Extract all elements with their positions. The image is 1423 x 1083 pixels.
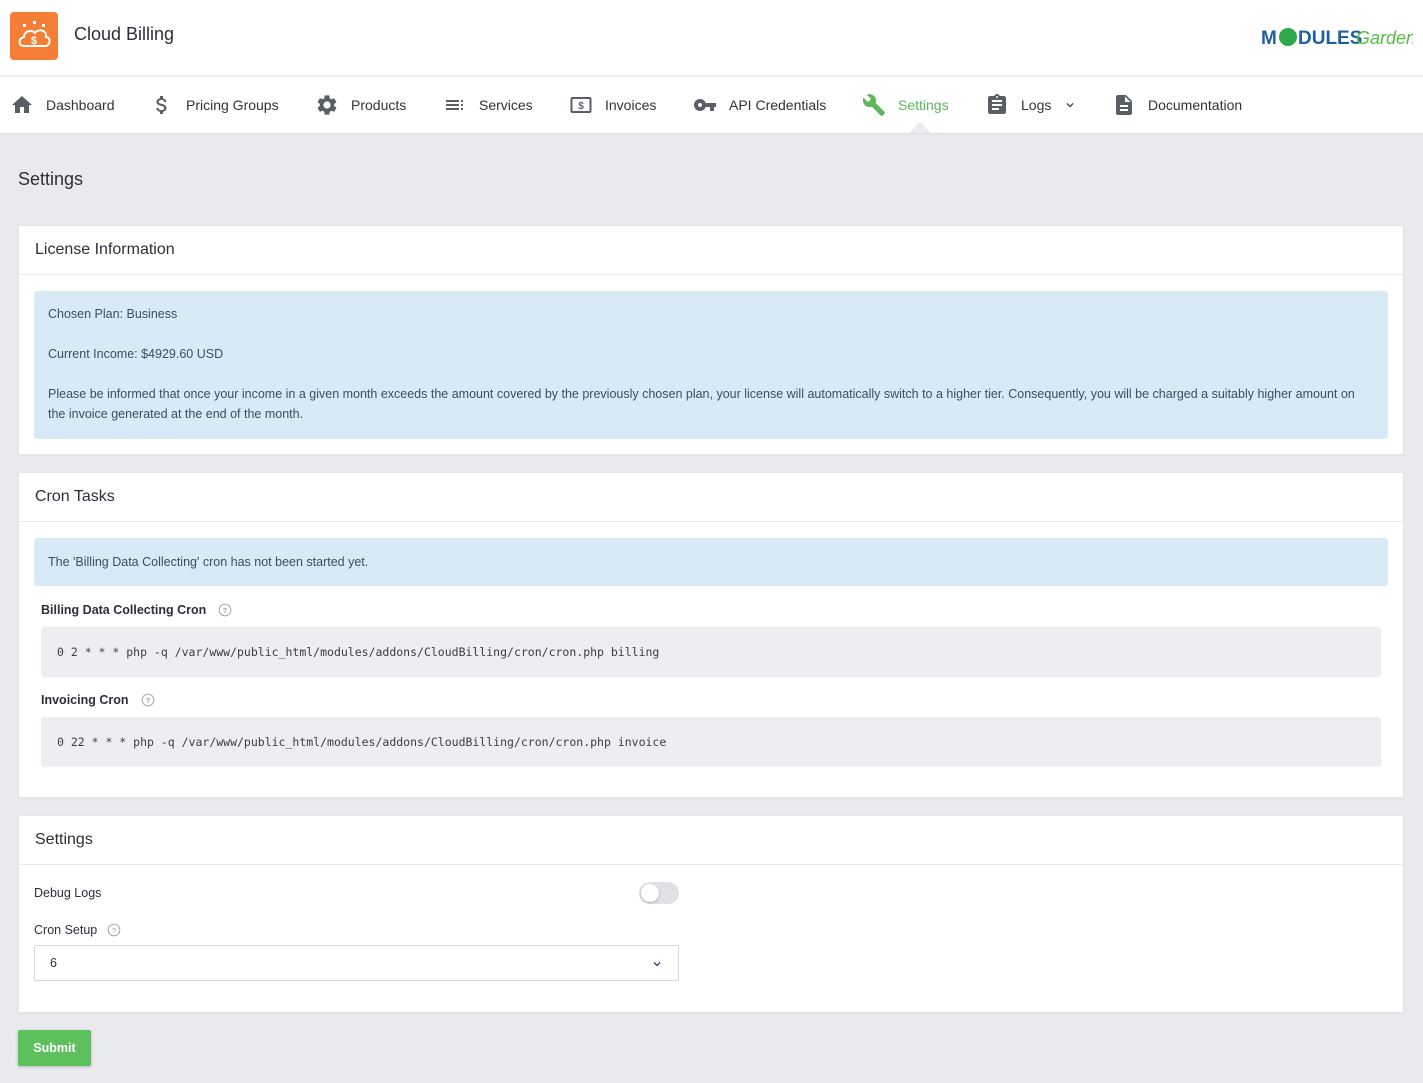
cron-status-alert: The 'Billing Data Collecting' cron has n…: [34, 538, 1388, 586]
help-icon[interactable]: ?: [107, 923, 121, 937]
page-title: Settings: [18, 169, 84, 189]
billing-cron-label-text: Billing Data Collecting Cron: [41, 603, 207, 617]
clipboard-icon: [988, 94, 1006, 114]
toggle-knob: [641, 884, 659, 902]
cloud-billing-logo-icon: $: [10, 12, 58, 60]
cron-setup-label: Cron Setup ?: [34, 923, 121, 937]
nav-item-documentation[interactable]: Documentation: [1112, 77, 1242, 133]
nav-item-dashboard[interactable]: Dashboard: [10, 77, 115, 133]
list-icon: [446, 100, 463, 110]
nav-label-invoices: Invoices: [605, 97, 657, 113]
modulesgarden-logo: M DULES Garden: [1261, 22, 1413, 52]
nav-item-pricing-groups[interactable]: Pricing Groups: [150, 77, 279, 133]
nav-item-api-credentials[interactable]: API Credentials: [693, 77, 826, 133]
help-icon[interactable]: ?: [141, 693, 155, 707]
svg-text:?: ?: [145, 696, 150, 705]
svg-text:DULES: DULES: [1298, 28, 1362, 49]
current-income-text: Current Income: $4929.60 USD: [48, 347, 224, 361]
settings-panel: Settings Debug Logs Cron Setup ? 6: [18, 815, 1404, 1013]
billing-cron-command[interactable]: 0 2 * * * php -q /var/www/public_html/mo…: [41, 627, 1381, 677]
dollar-icon: [156, 96, 167, 114]
debug-logs-label: Debug Logs: [34, 886, 102, 900]
svg-text:Garden: Garden: [1356, 28, 1413, 48]
home-icon: [12, 96, 32, 113]
nav-item-settings[interactable]: Settings: [862, 77, 949, 133]
cron-setup-select[interactable]: 6: [34, 945, 679, 981]
cron-tasks-panel: Cron Tasks The 'Billing Data Collecting'…: [18, 472, 1404, 798]
chevron-down-icon: [653, 962, 661, 967]
invoicing-cron-label: Invoicing Cron ?: [41, 693, 155, 707]
svg-text:?: ?: [223, 606, 228, 615]
chosen-plan-text: Chosen Plan: Business: [48, 307, 178, 321]
nav-label-services: Services: [479, 97, 533, 113]
help-icon[interactable]: ?: [218, 603, 232, 617]
cron-status-text: The 'Billing Data Collecting' cron has n…: [48, 555, 369, 569]
nav-label-settings: Settings: [898, 97, 949, 113]
nav-item-services[interactable]: Services: [443, 77, 533, 133]
key-icon: [694, 99, 716, 111]
nav-label-products: Products: [351, 97, 407, 113]
nav-label-logs: Logs: [1021, 97, 1052, 113]
nav-label-documentation: Documentation: [1148, 97, 1243, 113]
settings-panel-title: Settings: [19, 816, 1403, 865]
submit-button[interactable]: Submit: [18, 1030, 91, 1066]
cron-setup-label-text: Cron Setup: [34, 923, 98, 937]
wrench-icon: [862, 94, 885, 116]
nav-label-pricing-groups: Pricing Groups: [186, 97, 279, 113]
nav-label-dashboard: Dashboard: [46, 97, 115, 113]
license-info-alert: Chosen Plan: Business Current Income: $4…: [34, 291, 1388, 439]
license-panel-title: License Information: [19, 226, 1403, 275]
gear-icon: [317, 95, 337, 115]
document-icon: [1116, 95, 1132, 115]
invoicing-cron-command[interactable]: 0 22 * * * php -q /var/www/public_html/m…: [41, 717, 1381, 767]
svg-text:M: M: [1261, 28, 1277, 49]
main-nav: Dashboard Pricing Groups Products Servic…: [0, 77, 1423, 133]
nav-item-invoices[interactable]: $ Invoices: [569, 77, 656, 133]
invoice-icon: $: [570, 97, 592, 113]
cron-panel-title: Cron Tasks: [19, 473, 1403, 522]
invoicing-cron-label-text: Invoicing Cron: [41, 693, 129, 707]
nav-label-api-credentials: API Credentials: [729, 97, 827, 113]
cron-setup-value: 6: [50, 956, 57, 970]
app-title: Cloud Billing: [74, 24, 175, 44]
license-notice-text: Please be informed that once your income…: [48, 387, 1355, 421]
billing-cron-label: Billing Data Collecting Cron ?: [41, 603, 232, 617]
debug-logs-toggle[interactable]: [639, 882, 679, 904]
active-tab-indicator: [909, 122, 931, 133]
svg-text:$: $: [31, 35, 37, 47]
svg-text:$: $: [578, 101, 584, 112]
chevron-down-icon: [1066, 103, 1074, 108]
nav-item-products[interactable]: Products: [315, 77, 406, 133]
license-panel: License Information Chosen Plan: Busines…: [18, 225, 1404, 455]
app-header: $ Cloud Billing M DULES Garden: [0, 0, 1423, 76]
svg-text:?: ?: [112, 926, 116, 935]
nav-item-logs[interactable]: Logs: [985, 77, 1077, 133]
